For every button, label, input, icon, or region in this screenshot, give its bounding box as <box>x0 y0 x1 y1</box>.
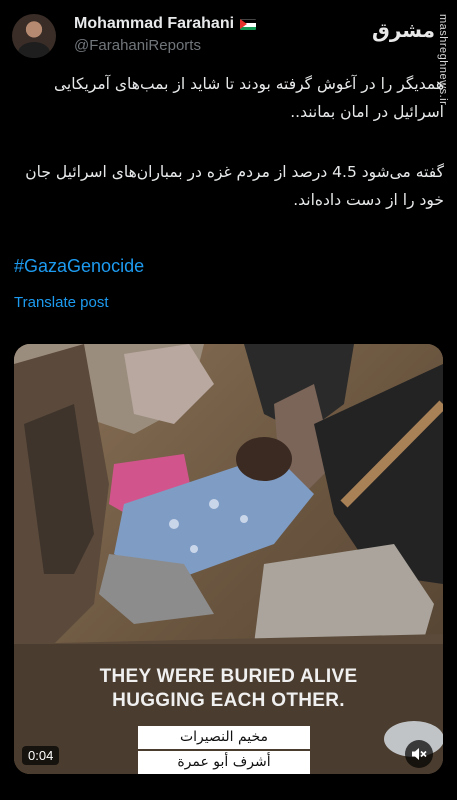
tweet-body: همدیگر را در آغوش گرفته بودند تا شاید از… <box>12 70 444 214</box>
mute-button[interactable] <box>405 740 433 768</box>
avatar[interactable] <box>12 14 56 58</box>
translate-post-link[interactable]: Translate post <box>14 294 109 311</box>
muted-speaker-icon <box>412 748 427 760</box>
arabic-location-label: مخيم النصيرات <box>138 726 310 749</box>
palestine-flag-icon <box>240 18 257 30</box>
author-name-row[interactable]: Mohammad Farahani <box>74 14 257 34</box>
watermark-logo: مشرق <box>371 18 435 42</box>
video-player[interactable]: THEY WERE BURIED ALIVE HUGGING EACH OTHE… <box>14 344 443 774</box>
video-caption-line-1: THEY WERE BURIED ALIVE <box>99 666 358 687</box>
arabic-name-label: أشرف أبو عمرة <box>138 751 310 774</box>
video-caption-line-2: HUGGING EACH OTHER. <box>112 690 345 711</box>
video-timestamp: 0:04 <box>22 746 60 765</box>
author-display-name[interactable]: Mohammad Farahani <box>74 15 234 33</box>
author-handle[interactable]: @FarahaniReports <box>74 37 201 54</box>
hashtag-link[interactable]: #GazaGenocide <box>14 256 144 277</box>
tweet-paragraph-2: گفته می‌شود 4.5 درصد از مردم غزه در بمبا… <box>25 163 444 209</box>
tweet-paragraph-1: همدیگر را در آغوش گرفته بودند تا شاید از… <box>54 75 444 121</box>
